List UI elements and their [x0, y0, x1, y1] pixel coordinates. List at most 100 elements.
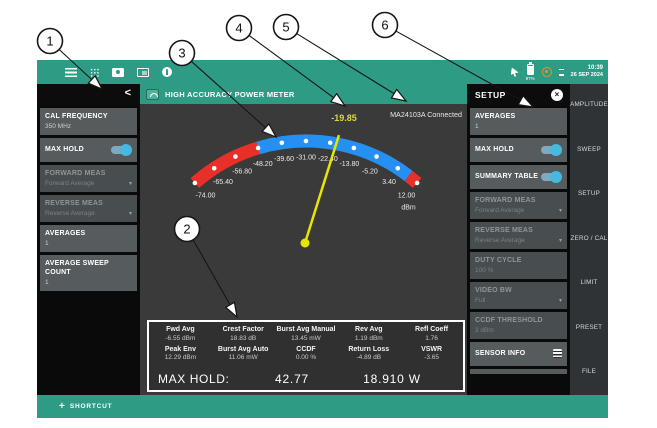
crest-factor-value: 18.83 dB: [212, 335, 275, 342]
left-panel-item-averages[interactable]: AVERAGES 1: [40, 225, 137, 252]
peak-env-value: 12.29 dBm: [149, 354, 212, 361]
reverse-meas-value: Reverse Average: [475, 237, 525, 244]
max-hold-toggle[interactable]: [111, 146, 130, 154]
reverse-meas-value: Reverse Average: [45, 210, 95, 217]
forward-meas-value: Forward Average: [45, 180, 94, 187]
left-panel-item-average-sweep-count[interactable]: AVERAGE SWEEP COUNT1: [40, 255, 137, 291]
menu-tab-file[interactable]: FILE: [570, 368, 608, 375]
averages-label: AVERAGES: [45, 229, 132, 238]
ccdf-threshold-label: CCDF THRESHOLD: [475, 316, 562, 325]
burst-avg-manual-label: Burst Avg Manual: [275, 326, 338, 333]
right-panel-item-max-hold[interactable]: MAX HOLD: [470, 138, 567, 162]
rev-avg-label: Rev Avg: [337, 326, 400, 333]
max-hold-toggle[interactable]: [541, 146, 560, 154]
left-panel-item-reverse-meas: REVERSE MEAS Reverse Average▾: [40, 195, 137, 222]
gauge-value-readout: -19.85: [331, 113, 357, 123]
shortcut-button[interactable]: SHORTCUT: [70, 403, 113, 410]
gauge-tick-dot: [415, 181, 420, 186]
menu-tab-limit[interactable]: LIMIT: [570, 279, 608, 286]
chevron-down-icon: ▾: [129, 180, 132, 187]
summary-row-1: Fwd Avg-6.55 dBmCrest Factor18.83 dBBurs…: [149, 326, 463, 342]
gauge-tick-label: -56.80: [232, 169, 252, 176]
forward-meas-value: Forward Average: [475, 207, 524, 214]
right-panel-item-summary-table[interactable]: SUMMARY TABLE: [470, 165, 567, 189]
gauge-tick-dot: [193, 181, 198, 186]
reverse-meas-label: REVERSE MEAS: [45, 199, 132, 208]
menu-icon[interactable]: [65, 68, 77, 77]
plus-icon[interactable]: +: [59, 401, 65, 412]
right-panel-item-duty-cycle: DUTY CYCLE100 %: [470, 252, 567, 279]
battery-percent: 97%: [526, 76, 535, 81]
chevron-down-icon: ▾: [559, 207, 562, 214]
gps-target-icon: [542, 67, 552, 77]
gauge-tick-dot: [212, 166, 217, 171]
return-loss-value: -4.89 dB: [337, 354, 400, 361]
figure-canvas: 97% 10:39 26 SEP 2024 < HIGH ACCURACY PO…: [0, 0, 657, 428]
topbar-right-cluster: 97% 10:39 26 SEP 2024: [511, 60, 603, 84]
left-panel-item-max-hold[interactable]: MAX HOLD: [40, 138, 137, 162]
reverse-meas-dropdown: Reverse Average▾: [45, 210, 132, 217]
gauge-tick-dot: [256, 146, 261, 151]
peak-env-label: Peak Env: [149, 346, 212, 353]
battery-indicator: 97%: [526, 64, 535, 81]
collapse-panel-button[interactable]: <: [125, 87, 131, 99]
menu-tab-preset[interactable]: PRESET: [570, 324, 608, 331]
summary-cell-burst-avg-auto: Burst Avg Auto11.06 mW: [212, 346, 275, 362]
summary-cell-burst-avg-manual: Burst Avg Manual13.45 mW: [275, 326, 338, 342]
summary-table: Fwd Avg-6.55 dBmCrest Factor18.83 dBBurs…: [147, 320, 465, 392]
close-icon[interactable]: ×: [551, 89, 563, 101]
left-panel-item-cal-frequency[interactable]: CAL FREQUENCY350 MHz: [40, 108, 137, 135]
gauge-tick-dot: [395, 166, 400, 171]
duty-cycle-label: DUTY CYCLE: [475, 256, 562, 265]
callout-number-5: 5: [282, 20, 289, 35]
crest-factor-label: Crest Factor: [212, 326, 275, 333]
rev-avg-value: 1.19 dBm: [337, 335, 400, 342]
reverse-meas-dropdown: Reverse Average▾: [475, 237, 562, 244]
fwd-avg-label: Fwd Avg: [149, 326, 212, 333]
averages-value: 1: [45, 240, 132, 247]
gauge-tick-label: -65.40: [213, 179, 233, 186]
gauge-tick-dot: [352, 146, 357, 151]
menu-tab-amplitude[interactable]: AMPLITUDE: [570, 101, 608, 108]
gauge-tick-label: -74.00: [196, 192, 216, 199]
vswr-label: VSWR: [400, 346, 463, 353]
callout-number-1: 1: [46, 34, 53, 49]
right-panel-item-sensor-info[interactable]: SENSOR INFO: [470, 342, 567, 366]
video-bw-value: Full: [475, 297, 485, 304]
right-menu-column: AMPLITUDE SWEEP SETUP ZERO / CAL LIMIT PRESET…: [570, 84, 608, 395]
right-panel-item-averages[interactable]: AVERAGES 1: [470, 108, 567, 135]
summary-cell-ccdf: CCDF0.00 %: [275, 346, 338, 362]
max-hold-row: MAX HOLD: 42.77 18.910 W: [149, 372, 463, 387]
system-top-bar: 97% 10:39 26 SEP 2024: [37, 60, 608, 84]
summary-table-label: SUMMARY TABLE: [475, 172, 538, 181]
averages-value: 1: [475, 123, 562, 130]
left-panel-header: <: [37, 84, 140, 106]
max-hold-value-watts: 18.910 W: [363, 372, 421, 386]
max-hold-label: MAX HOLD: [475, 145, 514, 154]
apps-grid-icon[interactable]: [90, 68, 99, 77]
gauge-needle-pivot: [301, 239, 310, 248]
gauge-needle: [305, 135, 339, 243]
summary-table-toggle[interactable]: [541, 173, 560, 181]
ccdf-threshold-value: 3 dBm: [475, 327, 562, 334]
gauge-tick-dot: [374, 154, 379, 159]
power-meter-app-icon: [146, 89, 159, 100]
info-icon[interactable]: [162, 67, 172, 77]
menu-tab-sweep[interactable]: SWEEP: [570, 146, 608, 153]
max-hold-value-db: 42.77: [275, 372, 309, 386]
averages-label: AVERAGES: [475, 112, 562, 121]
camera-icon[interactable]: [112, 68, 124, 77]
gauge-tick-dot: [280, 140, 285, 145]
setup-panel-header: SETUP ×: [467, 84, 570, 106]
topbar-left-icons: [65, 60, 172, 84]
right-panel-item-forward-meas: FORWARD MEASForward Average▾: [470, 192, 567, 219]
gauge-tick-label: -39.60: [274, 156, 294, 163]
pointer-icon: [511, 68, 519, 77]
menu-tab-setup[interactable]: SETUP: [570, 190, 608, 197]
refl-coeff-label: Refl Coeff: [400, 326, 463, 333]
screenshot-icon[interactable]: [137, 68, 149, 77]
callout-circle-5: [274, 15, 299, 40]
menu-tab-zero-cal[interactable]: ZERO / CAL: [570, 235, 608, 242]
right-panel-item-partial: [470, 369, 567, 374]
right-panel-item-video-bw: VIDEO BWFull▾: [470, 282, 567, 309]
